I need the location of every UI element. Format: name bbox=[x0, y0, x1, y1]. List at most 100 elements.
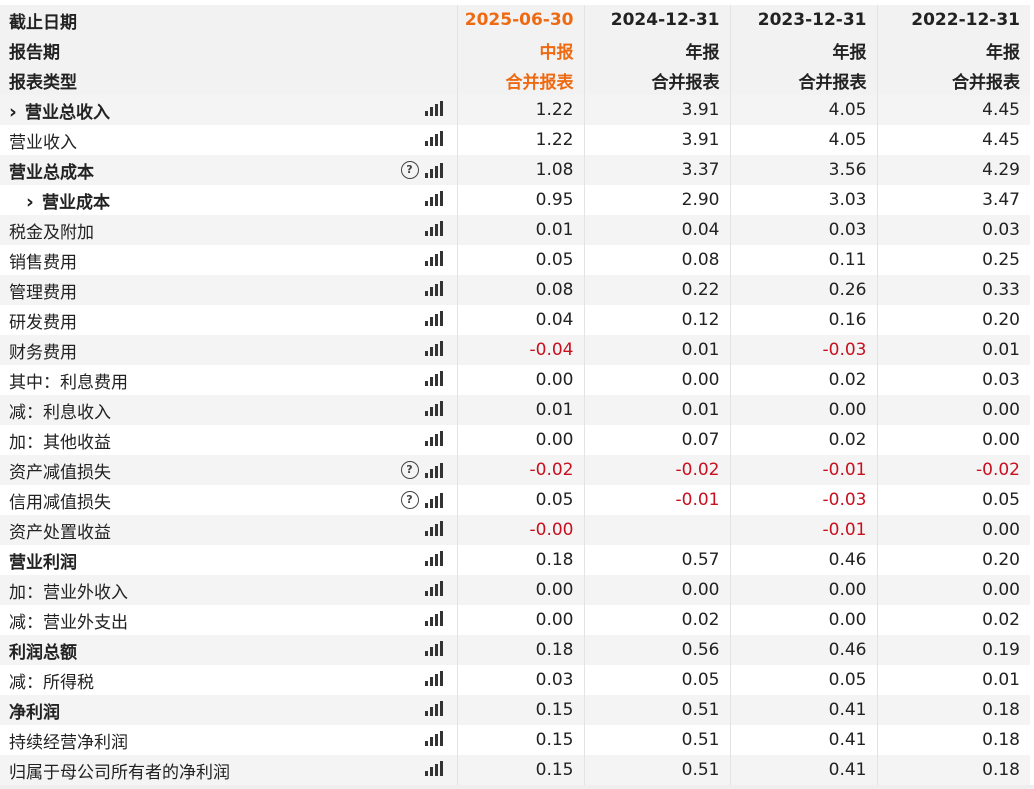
bar-chart-icon[interactable] bbox=[424, 551, 443, 566]
bar-chart-icon[interactable] bbox=[424, 641, 443, 656]
row-label-cell: 营业总成本? bbox=[0, 155, 458, 185]
row-label: 利润总额 bbox=[9, 642, 77, 663]
bar-chart-icon[interactable] bbox=[424, 401, 443, 416]
value-cell: 0.56 bbox=[584, 635, 731, 665]
bar-chart-icon[interactable] bbox=[424, 371, 443, 386]
bar-chart-icon[interactable] bbox=[424, 101, 443, 116]
row-tools bbox=[424, 761, 443, 776]
row-tools: ? bbox=[400, 161, 443, 179]
value-cell: 3.03 bbox=[730, 185, 878, 215]
value-cell: 3.47 bbox=[877, 185, 1030, 215]
row-label-cell: 财务费用 bbox=[0, 335, 458, 365]
value-cell: 0.03 bbox=[457, 665, 585, 695]
row-label: 持续经营净利润 bbox=[9, 732, 128, 753]
row-label-cell: 税金及附加 bbox=[0, 215, 458, 245]
table-row: 营业利润 0.18 0.57 0.46 0.20 bbox=[0, 545, 1030, 575]
value-cell: 0.15 bbox=[457, 755, 585, 785]
row-label-cell: 管理费用 bbox=[0, 275, 458, 305]
value-cell: 0.15 bbox=[457, 725, 585, 755]
row-label-cell: 净利润 bbox=[0, 695, 458, 725]
value-cell: 0.26 bbox=[730, 275, 878, 305]
bar-chart-icon[interactable] bbox=[424, 611, 443, 626]
header-period-cell[interactable]: 2024-12-31 bbox=[584, 5, 731, 35]
value-cell: 0.00 bbox=[730, 575, 878, 605]
bar-chart-icon[interactable] bbox=[424, 492, 443, 508]
row-label-cell: 利润总额 bbox=[0, 635, 458, 665]
chevron-right-icon[interactable]: › bbox=[26, 192, 42, 212]
header-period-cell[interactable]: 2025-06-30 bbox=[457, 5, 585, 35]
value-cell: 0.00 bbox=[457, 575, 585, 605]
value-cell: 0.05 bbox=[457, 245, 585, 275]
value-cell: 0.19 bbox=[877, 635, 1030, 665]
value-cell: 3.56 bbox=[730, 155, 878, 185]
value-cell: -0.00 bbox=[457, 515, 585, 545]
bar-chart-icon[interactable] bbox=[424, 462, 443, 478]
row-label-cell: 营业收入 bbox=[0, 125, 458, 155]
income-statement-table: 截止日期 2025-06-30 2024-12-31 2023-12-31 2022-1… bbox=[0, 5, 1030, 785]
bar-chart-icon[interactable] bbox=[424, 221, 443, 236]
value-cell: 0.05 bbox=[584, 665, 731, 695]
row-label: 减：所得税 bbox=[9, 672, 94, 693]
row-tools bbox=[424, 581, 443, 596]
bar-chart-icon[interactable] bbox=[424, 311, 443, 326]
value-cell: 1.22 bbox=[457, 125, 585, 155]
bar-chart-icon[interactable] bbox=[424, 731, 443, 746]
value-cell bbox=[584, 515, 731, 545]
bar-chart-icon[interactable] bbox=[424, 251, 443, 266]
value-cell: 0.00 bbox=[877, 515, 1030, 545]
row-label-cell: › 营业成本 bbox=[0, 185, 458, 215]
value-cell: 0.46 bbox=[730, 545, 878, 575]
header-period-cell: 年报 bbox=[877, 35, 1030, 65]
value-cell: 0.03 bbox=[877, 215, 1030, 245]
value-cell: 0.15 bbox=[457, 695, 585, 725]
row-tools bbox=[424, 611, 443, 626]
value-cell: 0.00 bbox=[584, 575, 731, 605]
bar-chart-icon[interactable] bbox=[424, 701, 443, 716]
row-tools bbox=[424, 281, 443, 296]
table-row: 净利润 0.15 0.51 0.41 0.18 bbox=[0, 695, 1030, 725]
table-row: › 营业总收入 1.22 3.91 4.05 4.45 bbox=[0, 95, 1030, 125]
value-cell: 0.51 bbox=[584, 755, 731, 785]
row-label-cell: 归属于母公司所有者的净利润 bbox=[0, 755, 458, 785]
bar-chart-icon[interactable] bbox=[424, 131, 443, 146]
question-circle-icon[interactable]: ? bbox=[400, 491, 419, 509]
bar-chart-icon[interactable] bbox=[424, 761, 443, 776]
row-label-cell: 其中：利息费用 bbox=[0, 365, 458, 395]
value-cell: 0.51 bbox=[584, 725, 731, 755]
value-cell: 2.90 bbox=[584, 185, 731, 215]
value-cell: 3.91 bbox=[584, 95, 731, 125]
row-tools bbox=[424, 371, 443, 386]
question-circle-icon[interactable]: ? bbox=[400, 161, 419, 179]
value-cell: 1.08 bbox=[457, 155, 585, 185]
header-period-cell: 中报 bbox=[457, 35, 585, 65]
row-label: 减：利息收入 bbox=[9, 402, 111, 423]
value-cell: 0.02 bbox=[730, 365, 878, 395]
value-cell: 0.02 bbox=[877, 605, 1030, 635]
bar-chart-icon[interactable] bbox=[424, 281, 443, 296]
value-cell: 0.25 bbox=[877, 245, 1030, 275]
row-tools bbox=[424, 671, 443, 686]
bar-chart-icon[interactable] bbox=[424, 341, 443, 356]
chevron-right-icon[interactable]: › bbox=[9, 102, 25, 122]
header-label: 报告期 bbox=[0, 35, 458, 65]
table-row: 管理费用 0.08 0.22 0.26 0.33 bbox=[0, 275, 1030, 305]
value-cell: 0.57 bbox=[584, 545, 731, 575]
bar-chart-icon[interactable] bbox=[424, 671, 443, 686]
value-cell: 0.03 bbox=[877, 365, 1030, 395]
question-circle-icon[interactable]: ? bbox=[400, 461, 419, 479]
bar-chart-icon[interactable] bbox=[424, 581, 443, 596]
bar-chart-icon[interactable] bbox=[424, 162, 443, 178]
value-cell: 0.03 bbox=[730, 215, 878, 245]
row-label-cell: 信用减值损失? bbox=[0, 485, 458, 515]
row-tools: ? bbox=[400, 461, 443, 479]
bar-chart-icon[interactable] bbox=[424, 521, 443, 536]
value-cell: 0.20 bbox=[877, 545, 1030, 575]
value-cell: 0.18 bbox=[877, 725, 1030, 755]
header-period-cell[interactable]: 2023-12-31 bbox=[730, 5, 878, 35]
table-row: 信用减值损失? 0.05 -0.01 -0.03 0.05 bbox=[0, 485, 1030, 515]
row-label: 营业利润 bbox=[9, 552, 77, 573]
value-cell: 0.01 bbox=[457, 215, 585, 245]
header-period-cell[interactable]: 2022-12-31 bbox=[877, 5, 1030, 35]
bar-chart-icon[interactable] bbox=[424, 431, 443, 446]
bar-chart-icon[interactable] bbox=[424, 191, 443, 206]
